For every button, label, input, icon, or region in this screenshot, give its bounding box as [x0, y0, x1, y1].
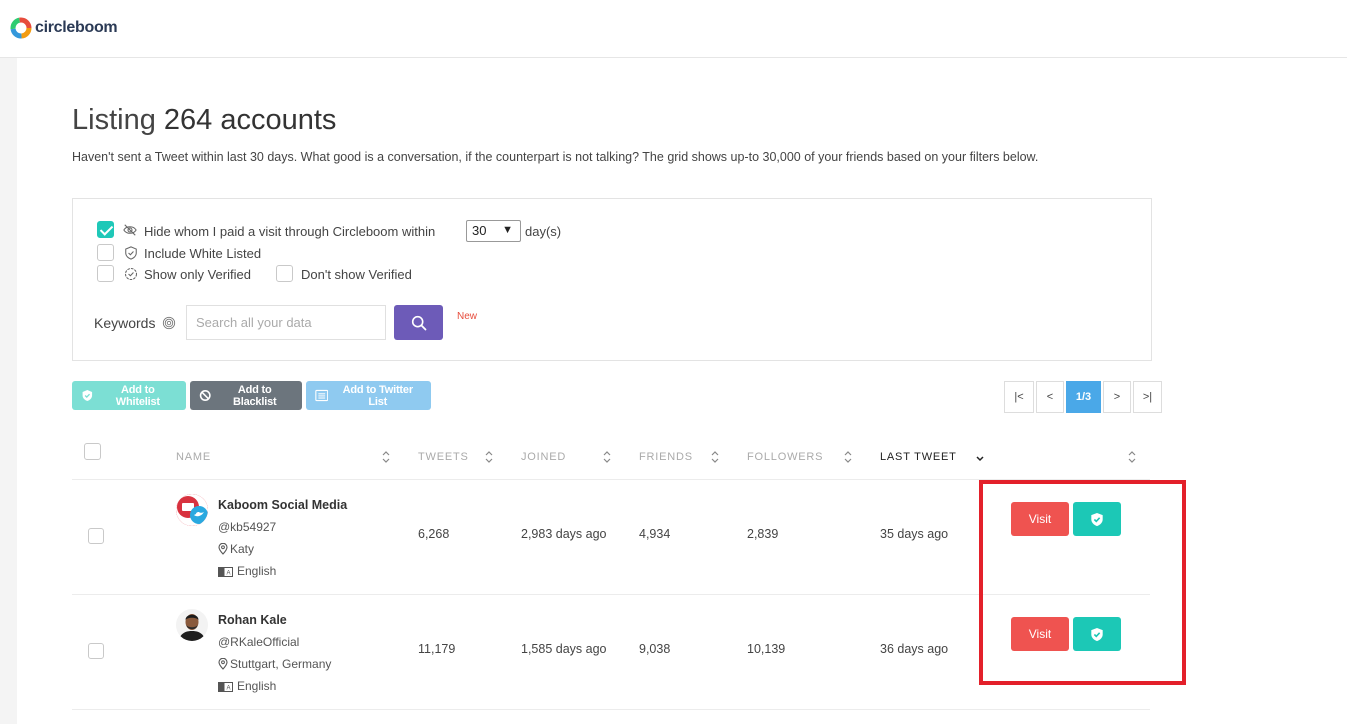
days-select[interactable]: 30 ▼	[466, 220, 521, 242]
sort-icon[interactable]	[602, 450, 612, 464]
hide-visited-label: Hide whom I paid a visit through Circleb…	[144, 224, 436, 239]
language-icon: A	[218, 567, 233, 577]
eye-slash-icon	[123, 224, 137, 236]
row-checkbox[interactable]	[88, 528, 104, 544]
sort-desc-icon[interactable]	[975, 454, 985, 468]
last-tweet-value: 36 days ago	[880, 642, 949, 656]
tweets-count: 6,268	[418, 527, 450, 541]
col-header-joined[interactable]: JOINED	[521, 451, 566, 463]
kaboom-logo-icon	[176, 494, 208, 526]
account-handle: @kb54927	[218, 520, 277, 534]
page-subtitle: Haven't sent a Tweet within last 30 days…	[72, 150, 1039, 164]
account-name[interactable]: Kaboom Social Media	[218, 498, 347, 512]
add-to-whitelist-button[interactable]: Add to Whitelist	[72, 381, 186, 410]
top-bar: circleboom	[0, 0, 1347, 58]
add-to-twitter-list-button[interactable]: Add to Twitter List	[306, 381, 431, 410]
search-icon	[411, 315, 426, 330]
include-whitelisted-checkbox[interactable]	[97, 244, 114, 261]
dont-show-verified-checkbox[interactable]	[276, 265, 293, 282]
page-title: Listing 264 accounts	[72, 104, 336, 137]
language-icon: A	[218, 682, 233, 692]
followers-count: 2,839	[747, 527, 779, 541]
days-unit-label: day(s)	[525, 224, 562, 239]
sort-icon[interactable]	[484, 450, 494, 464]
svg-text:A: A	[226, 571, 230, 577]
keyword-search-button[interactable]	[394, 305, 443, 340]
col-header-last-tweet[interactable]: LAST TWEET	[880, 451, 957, 463]
shield-check-icon	[125, 246, 137, 260]
account-language: English	[237, 679, 277, 693]
dropdown-caret-icon: ▼	[502, 224, 513, 236]
col-header-followers[interactable]: FOLLOWERS	[747, 451, 823, 463]
location-pin-icon	[218, 543, 228, 555]
pagination-first[interactable]: |<	[1004, 381, 1034, 413]
tweets-count: 11,179	[418, 642, 456, 656]
title-prefix: Listing	[72, 104, 156, 136]
row-checkbox[interactable]	[88, 643, 104, 659]
avatar[interactable]	[176, 494, 208, 526]
dont-show-verified-label: Don't show Verified	[301, 267, 412, 282]
sort-icon[interactable]	[381, 450, 391, 464]
list-icon	[315, 389, 329, 402]
title-count: 264 accounts	[163, 104, 337, 136]
svg-text:A: A	[226, 686, 230, 692]
show-only-verified-label: Show only Verified	[144, 267, 251, 282]
avatar[interactable]	[176, 609, 208, 641]
filter-panel: Hide whom I paid a visit through Circleb…	[72, 198, 1152, 361]
sort-icon[interactable]	[843, 450, 853, 464]
brand-name: circleboom	[35, 19, 118, 36]
row-divider	[72, 709, 1150, 710]
account-language: English	[237, 564, 277, 578]
circleboom-logo-icon	[10, 17, 32, 39]
ban-icon	[199, 390, 211, 401]
friends-count: 9,038	[639, 642, 671, 656]
add-to-whitelist-label: Add to Whitelist	[115, 383, 160, 408]
add-to-blacklist-label: Add to Blacklist	[233, 383, 277, 408]
pagination-last[interactable]: >|	[1133, 381, 1162, 413]
sort-icon[interactable]	[1127, 450, 1137, 464]
fingerprint-icon	[163, 316, 176, 330]
last-tweet-value: 35 days ago	[880, 527, 949, 541]
keywords-label: Keywords	[94, 315, 176, 331]
col-header-friends[interactable]: FRIENDS	[639, 451, 693, 463]
keywords-text: Keywords	[94, 315, 156, 331]
add-to-blacklist-button[interactable]: Add to Blacklist	[190, 381, 302, 410]
brand-logo[interactable]: circleboom	[10, 17, 118, 39]
pagination-current[interactable]: 1/3	[1066, 381, 1101, 413]
left-rail	[0, 58, 17, 724]
new-badge: New	[457, 311, 478, 322]
days-select-value: 30	[472, 223, 487, 238]
select-all-checkbox[interactable]	[84, 443, 101, 460]
account-handle: @RKaleOfficial	[218, 635, 300, 649]
pagination-next[interactable]: >	[1103, 381, 1131, 413]
col-header-name[interactable]: NAME	[176, 451, 211, 463]
verified-badge-icon	[124, 267, 138, 281]
shield-check-icon	[82, 389, 93, 402]
followers-count: 10,139	[747, 642, 786, 656]
person-photo-icon	[176, 609, 208, 641]
account-location: Stuttgart, Germany	[230, 657, 332, 671]
joined-value: 2,983 days ago	[521, 527, 607, 541]
hide-visited-checkbox[interactable]	[97, 221, 114, 238]
joined-value: 1,585 days ago	[521, 642, 607, 656]
show-only-verified-checkbox[interactable]	[97, 265, 114, 282]
account-location: Katy	[230, 542, 255, 556]
add-to-twitter-list-label: Add to Twitter List	[342, 383, 414, 408]
pagination-prev[interactable]: <	[1036, 381, 1064, 413]
highlight-box	[979, 480, 1186, 685]
sort-icon[interactable]	[710, 450, 720, 464]
col-header-tweets[interactable]: TWEETS	[418, 451, 469, 463]
keyword-search-input[interactable]	[186, 305, 386, 340]
location-pin-icon	[218, 658, 228, 670]
include-whitelisted-label: Include White Listed	[144, 246, 262, 261]
friends-count: 4,934	[639, 527, 671, 541]
account-name[interactable]: Rohan Kale	[218, 613, 287, 627]
